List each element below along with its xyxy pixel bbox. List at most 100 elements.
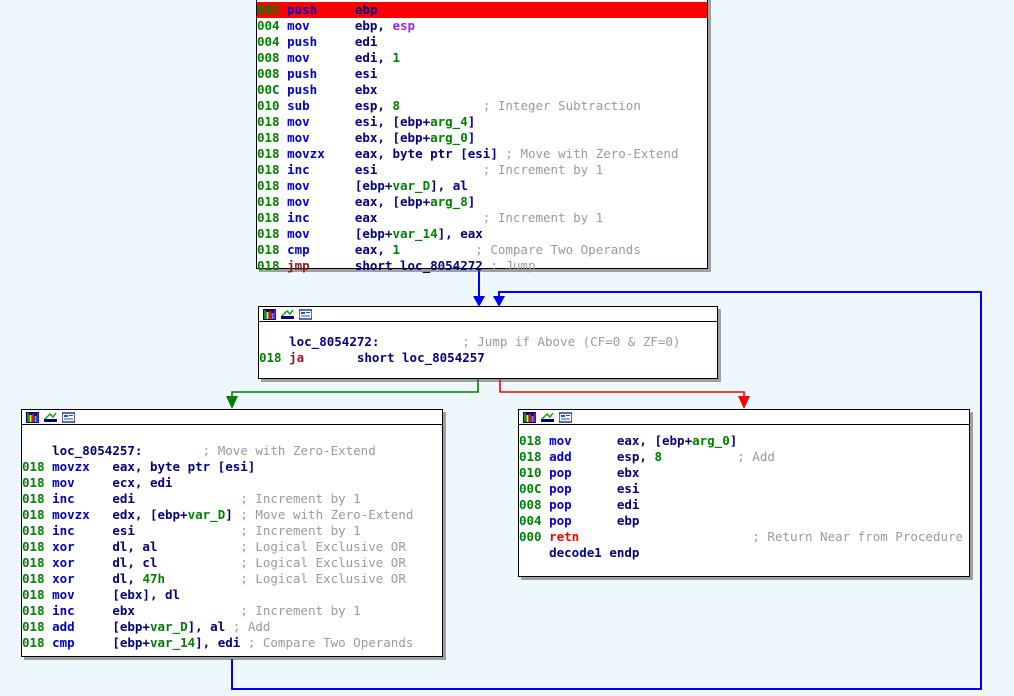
instruction-row[interactable]: 018 cmp......eax, 1..........; Compare T… [257,242,707,258]
graph-overview-icon[interactable] [263,308,276,320]
instruction-row[interactable]: 010 sub......esp, 8...........; Integer … [257,98,707,114]
instruction-row[interactable]: 018 mov......ebx, [ebp+arg_0] [257,130,707,146]
graph-zoom-icon[interactable] [44,412,57,423]
instruction-row[interactable]: 018 movzx...edx, [ebp+var_D].; Move with… [22,507,442,523]
instruction-comment: ; Increment by 1 [482,162,604,177]
graph-zoom-icon[interactable] [541,412,554,423]
instruction-operands: [ebx], dl [112,587,181,602]
block-label: loc_8054257: [52,443,143,458]
graph-zoom-icon[interactable] [281,309,294,320]
instruction-row[interactable]: 018 inc......esi..............; Incremen… [257,162,707,178]
instruction-comment: ; Increment by 1 [240,491,361,506]
graph-overview-icon[interactable] [523,411,536,423]
basic-block-loc-8054257[interactable]: ....loc_8054257:........; Move with Zero… [21,409,443,657]
instruction-row[interactable]: 00C pop......esi [519,481,969,497]
instruction-mnemonic: pop [549,513,572,528]
instruction-row[interactable]: 018 mov......[ebp+var_D], al [257,178,707,194]
instruction-row[interactable]: 018 inc.....esi..............; Increment… [22,523,442,539]
instruction-comment: ; Move with Zero-Extend [240,507,414,522]
instruction-row[interactable]: 018 mov......esi, [ebp+arg_4] [257,114,707,130]
instruction-operand-number: 47h [142,571,166,586]
instruction-row[interactable]: 018 mov......eax, [ebp+arg_0] [519,433,969,449]
instruction-row[interactable]: 008 pop......edi [519,497,969,513]
instruction-operands: ebx [112,603,135,618]
instruction-row[interactable]: 018 xor.....dl, cl...........; Logical E… [22,555,442,571]
graph-overview-icon[interactable] [26,411,39,423]
instruction-row[interactable]: 004 push.....edi [257,34,707,50]
instruction-address: 008 [257,50,280,65]
instruction-address: 018 [22,475,45,490]
instruction-comment: ; Jump [490,258,536,273]
instruction-row[interactable]: 018 xor.....dl, 47h..........; Logical E… [22,571,442,587]
instruction-row[interactable]: 018 inc.....edi..............; Increment… [22,491,442,507]
instruction-row[interactable]: 018 inc......eax..............; Incremen… [257,210,707,226]
instruction-address: 018 [257,242,280,257]
instruction-operands[interactable]: short loc_8054272 [355,258,483,273]
instruction-mnemonic: jmp [287,258,310,273]
instruction-mnemonic: push [287,66,318,81]
instruction-comment: ; Logical Exclusive OR [240,539,406,554]
instruction-mnemonic: mov [287,114,310,129]
block-titlebar[interactable] [259,307,717,322]
instruction-row[interactable]: 018 movzx...eax, byte ptr [esi] [22,459,442,475]
instruction-operands: eax [354,210,378,225]
instruction-operands: dl, [112,571,143,586]
instruction-comment: ; Add [737,449,775,464]
instruction-row[interactable]: 004 mov......ebp, esp [257,18,707,34]
instruction-operands[interactable]: short loc_8054257 [357,350,485,365]
instruction-address: 004 [257,34,280,49]
instruction-row[interactable]: 018 movzx....eax, byte ptr [esi].; Move … [257,146,707,162]
instruction-row[interactable]: 018 add.....[ebp+var_D], al.; Add [22,619,442,635]
instruction-row[interactable]: 018 mov.....ecx, edi [22,475,442,491]
instruction-row[interactable]: 018 mov......eax, [ebp+arg_8] [257,194,707,210]
instruction-row[interactable]: 018 cmp.....[ebp+var_14], edi.; Compare … [22,635,442,651]
instruction-mnemonic: mov [287,130,310,145]
instruction-operand-var: var_14 [392,226,438,241]
basic-block-loc-8054272[interactable]: ....loc_8054272:...........; Jump if Abo… [258,306,718,379]
instruction-row[interactable]: 010 pop......ebx [519,465,969,481]
instruction-row[interactable]: 00C push.....ebx [257,82,707,98]
graph-text-icon[interactable] [299,308,312,320]
instruction-operands: [ebp+ [354,178,393,193]
instruction-row[interactable]: 018 xor.....dl, al...........; Logical E… [22,539,442,555]
block-entry-code[interactable]: 000 push.....ebp 004 mov......ebp, esp 0… [257,0,707,276]
instruction-address: 018 [519,449,542,464]
instruction-mnemonic: sub [287,98,310,113]
instruction-address: 000 [519,529,542,544]
instruction-address: 018 [257,130,280,145]
instruction-row[interactable]: 018 mov.....[ebx], dl [22,587,442,603]
instruction-operands: esi [354,66,378,81]
instruction-mnemonic: inc [287,210,310,225]
instruction-row[interactable]: 018 ja.......short loc_8054257 [259,350,717,366]
instruction-operand-number: 8 [392,98,401,113]
instruction-row[interactable]: 000 retn.......................; Return … [519,529,969,545]
instruction-comment: ; Return Near from Procedure [752,529,964,544]
basic-block-epilogue[interactable]: 018 mov......eax, [ebp+arg_0] 018 add...… [518,409,970,577]
instruction-operands: esi [616,481,640,496]
instruction-mnemonic: inc [52,491,75,506]
instruction-address: 018 [22,571,45,586]
instruction-operands: esi [354,162,378,177]
instruction-comment: ; Logical Exclusive OR [240,555,406,570]
instruction-row[interactable]: 018 add......esp, 8..........; Add [519,449,969,465]
instruction-row[interactable]: 018 jmp......short loc_8054272.; Jump [257,258,707,274]
basic-block-entry[interactable]: 000 push.....ebp 004 mov......ebp, esp 0… [256,0,708,273]
block-loc8054257-code[interactable]: ....loc_8054257:........; Move with Zero… [22,425,442,653]
instruction-row[interactable]: 018 inc.....ebx..............; Increment… [22,603,442,619]
instruction-operands: ebp [354,2,378,17]
instruction-row[interactable]: 000 push.....ebp [257,2,707,18]
instruction-operand-var: arg_0 [692,433,730,448]
graph-canvas[interactable]: 000 push.....ebp 004 mov......ebp, esp 0… [0,0,1014,696]
graph-text-icon[interactable] [559,411,572,423]
instruction-address: 010 [257,98,280,113]
instruction-row[interactable]: 004 pop......ebp [519,513,969,529]
instruction-row[interactable]: 008 mov......edi, 1 [257,50,707,66]
graph-text-icon[interactable] [62,411,75,423]
block-titlebar[interactable] [22,410,442,425]
instruction-row[interactable]: 008 push.....esi [257,66,707,82]
instruction-mnemonic: inc [287,162,310,177]
block-loc8054272-code[interactable]: ....loc_8054272:...........; Jump if Abo… [259,322,717,368]
block-titlebar[interactable] [519,410,969,425]
block-epilogue-code[interactable]: 018 mov......eax, [ebp+arg_0] 018 add...… [519,425,969,563]
instruction-row[interactable]: 018 mov......[ebp+var_14], eax [257,226,707,242]
